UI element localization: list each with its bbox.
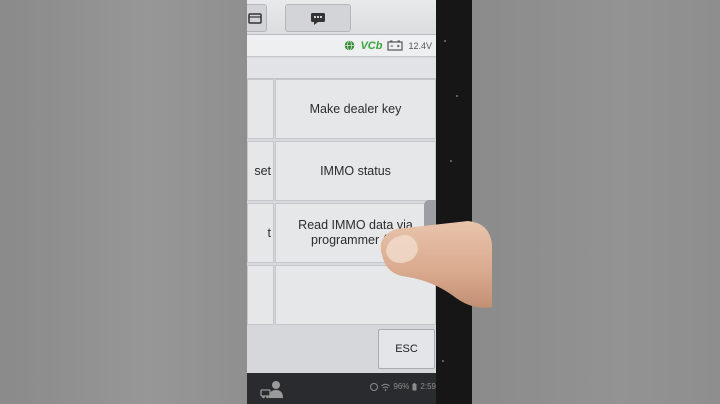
menu-item-left[interactable] [247,79,274,139]
wifi-icon [381,383,391,391]
blurred-background-left [0,0,247,404]
battery-voltage: 12.4V [408,40,432,51]
folder-icon [248,13,262,24]
sub-header-bar [247,58,436,79]
blurred-background-right [472,0,720,404]
status-bar: VCb 12.4V [247,35,436,57]
system-navigation-bar: 96% 2:59 [247,373,436,404]
menu-item-read-immo-data[interactable]: Read IMMO data via programmer (ex [275,203,436,263]
side-drawer-handle[interactable] [424,200,436,250]
notification-icon [370,382,379,391]
menu-row: set IMMO status [247,141,436,202]
car-battery-icon [387,40,404,51]
technician-icon[interactable] [259,379,285,399]
top-toolbar [247,0,436,35]
menu-item-immo-status[interactable]: IMMO status [275,141,436,201]
battery-icon [412,382,417,390]
menu-row: t Read IMMO data via programmer (ex [247,203,436,264]
battery-percent: 96% [393,382,410,391]
esc-button[interactable]: ESC [378,329,435,369]
menu-row [247,265,436,326]
menu-item-make-dealer-key[interactable]: Make dealer key [275,79,436,139]
toolbar-button-folder[interactable] [247,4,267,32]
menu-item-left[interactable] [247,265,274,325]
vci-status-label: VCb [360,39,383,52]
menu-row: Make dealer key [247,79,436,140]
clock: 2:59 [420,382,436,391]
menu-item-left[interactable]: t [247,203,274,263]
globe-icon [345,40,355,51]
system-status: 96% 2:59 [370,382,436,391]
menu-item-empty[interactable] [275,265,436,325]
toolbar-button-messages[interactable] [285,4,351,32]
device-bezel [436,0,472,404]
menu-item-left[interactable]: set [247,141,274,201]
message-icon [311,12,325,25]
device-screen: VCb 12.4V Make dealer key set IMMO statu… [247,0,436,404]
